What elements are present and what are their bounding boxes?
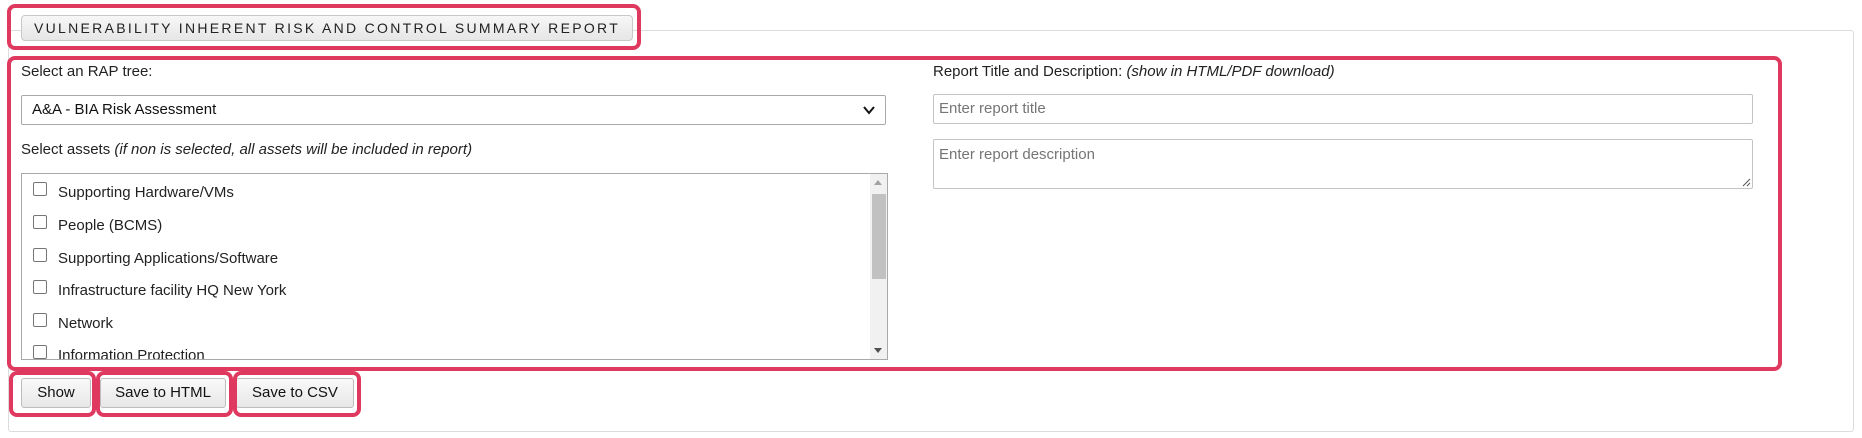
- asset-checkbox[interactable]: [33, 313, 47, 327]
- asset-label: Supporting Applications/Software: [58, 250, 279, 267]
- report-description-textarea[interactable]: Enter report description: [933, 139, 1753, 189]
- show-button[interactable]: Show: [21, 378, 91, 408]
- asset-checkbox[interactable]: [33, 248, 47, 262]
- scrollbar-thumb[interactable]: [872, 194, 886, 279]
- report-meta-label-row: Report Title and Description: (show in H…: [933, 63, 1335, 80]
- save-csv-button[interactable]: Save to CSV: [236, 378, 354, 408]
- report-description-placeholder: Enter report description: [939, 146, 1095, 163]
- assets-list[interactable]: Supporting Hardware/VMs People (BCMS) Su…: [21, 173, 888, 360]
- resize-grip-icon[interactable]: [1741, 177, 1751, 187]
- asset-checkbox[interactable]: [33, 215, 47, 229]
- rap-tree-select[interactable]: A&A - BIA Risk Assessment: [21, 95, 886, 125]
- chevron-down-icon: [863, 106, 875, 115]
- save-html-button[interactable]: Save to HTML: [100, 378, 226, 408]
- asset-checkbox[interactable]: [33, 345, 47, 359]
- rap-tree-label: Select an RAP tree:: [21, 63, 153, 80]
- assets-scrollbar[interactable]: [870, 174, 887, 359]
- asset-label: Information Protection: [58, 347, 205, 360]
- assets-label-row: Select assets (if non is selected, all a…: [21, 141, 472, 158]
- rap-tree-selected-value: A&A - BIA Risk Assessment: [32, 101, 217, 118]
- asset-checkbox[interactable]: [33, 280, 47, 294]
- asset-checkbox[interactable]: [33, 182, 47, 196]
- report-meta-hint: (show in HTML/PDF download): [1126, 63, 1335, 80]
- assets-label: Select assets: [21, 141, 111, 158]
- report-title-placeholder: Enter report title: [939, 100, 1046, 117]
- asset-label: Infrastructure facility HQ New York: [58, 282, 287, 299]
- assets-hint: (if non is selected, all assets will be …: [114, 141, 473, 158]
- report-meta-label: Report Title and Description:: [933, 63, 1123, 80]
- asset-label: People (BCMS): [58, 217, 163, 234]
- scroll-up-arrow-icon[interactable]: [874, 180, 882, 185]
- asset-label: Network: [58, 315, 114, 332]
- asset-label: Supporting Hardware/VMs: [58, 184, 234, 201]
- scroll-down-arrow-icon[interactable]: [874, 348, 882, 353]
- report-title-input[interactable]: Enter report title: [933, 94, 1753, 124]
- report-title-tab: VULNERABILITY INHERENT RISK AND CONTROL …: [21, 15, 634, 41]
